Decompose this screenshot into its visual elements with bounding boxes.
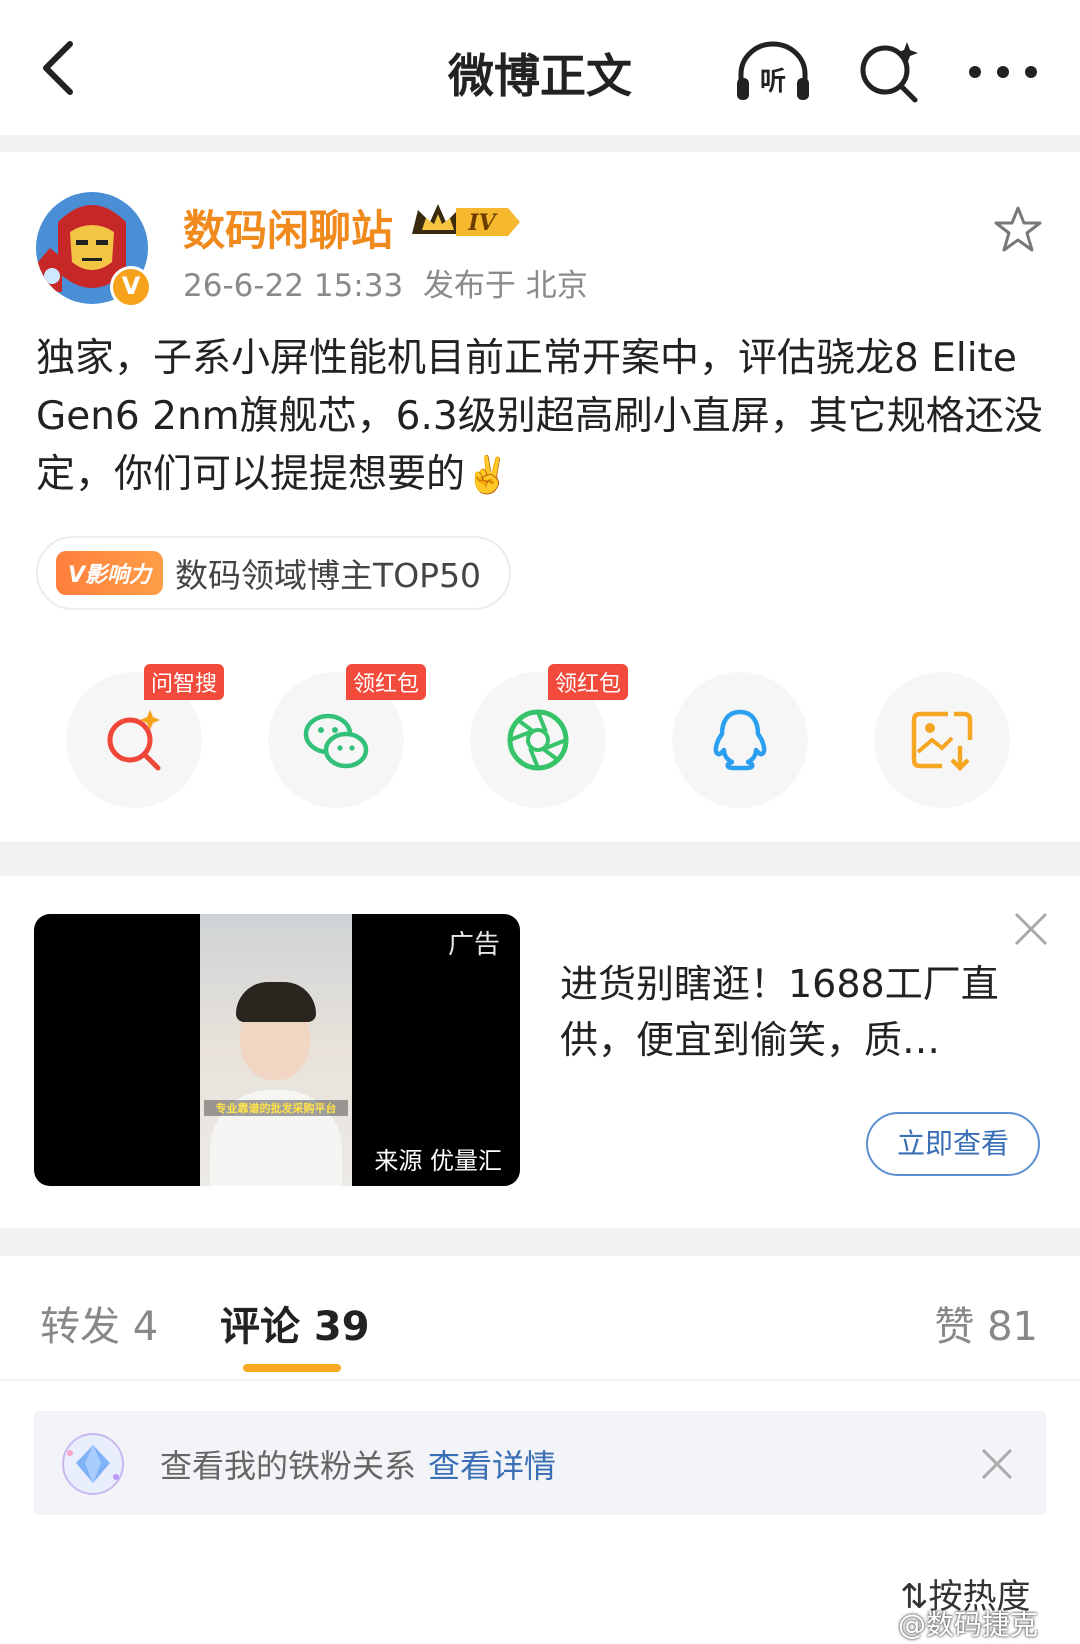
tab-comment[interactable]: 评论 39 <box>220 1294 370 1352</box>
share-badge: 领红包 <box>548 664 629 700</box>
ad-source: 来源 优量汇 <box>374 1147 502 1175</box>
ad-label: 广告 <box>447 930 500 960</box>
victory-emoji: ✌️ <box>465 455 510 496</box>
listen-headphone-icon[interactable]: 听 <box>733 40 813 104</box>
save-image-button[interactable] <box>874 672 1010 808</box>
post-card: V 数码闲聊站 IV 26-6-22 15:33 发布于 北京 独家，子系小屏性… <box>0 152 1080 842</box>
qq-icon <box>713 709 767 771</box>
close-icon[interactable] <box>1012 910 1050 948</box>
share-wechat-button[interactable]: 领红包 <box>268 664 427 808</box>
share-badge: 问智搜 <box>144 664 225 700</box>
close-icon[interactable] <box>980 1447 1014 1481</box>
share-badge: 领红包 <box>346 664 427 700</box>
moments-icon <box>507 709 569 771</box>
top-bar: 微博正文 听 <box>0 0 1080 135</box>
post-text: 独家，子系小屏性能机目前正常开案中，评估骁龙8 Elite Gen6 2nm旗舰… <box>36 336 1043 497</box>
influence-badge: V影响力 <box>56 551 164 595</box>
share-moments-button[interactable]: 领红包 <box>470 664 629 808</box>
ad-video-caption: 专业靠谱的批发采购平台 <box>204 1100 348 1116</box>
interaction-tabs: 转发 4 评论 39 赞 81 <box>0 1256 1080 1380</box>
view-now-button[interactable]: 立即查看 <box>866 1112 1040 1176</box>
member-crown-badge-icon[interactable]: IV <box>408 200 522 244</box>
save-image-icon <box>911 711 973 772</box>
diamond-badge-icon <box>62 1433 124 1495</box>
tab-repost[interactable]: 转发 4 <box>40 1294 158 1352</box>
ai-search-icon <box>107 710 161 771</box>
author-name[interactable]: 数码闲聊站 <box>183 197 393 258</box>
comments-section: 查看我的铁粉关系 查看详情 ⇅按热度 @数码捷克 <box>0 1381 1080 1644</box>
share-row: 问智搜 领红包 领红包 <box>0 664 1080 812</box>
level-badge-text: IV <box>467 210 497 236</box>
ad-card[interactable]: 专业靠谱的批发采购平台 广告 来源 优量汇 进货别瞎逛！1688工厂直供，便宜到… <box>0 876 1080 1228</box>
more-options-icon[interactable] <box>965 52 1041 92</box>
iron-fan-text: 查看我的铁粉关系 查看详情 <box>160 1441 556 1487</box>
view-details-link[interactable]: 查看详情 <box>428 1447 556 1485</box>
post-meta: 26-6-22 15:33 发布于 北京 <box>183 260 588 305</box>
ai-search-icon[interactable] <box>855 38 923 106</box>
share-qq-button[interactable] <box>672 672 808 808</box>
tab-like[interactable]: 赞 81 <box>934 1294 1038 1352</box>
iron-fan-banner[interactable]: 查看我的铁粉关系 查看详情 <box>34 1411 1046 1515</box>
ad-video[interactable]: 专业靠谱的批发采购平台 广告 来源 优量汇 <box>34 914 520 1186</box>
wechat-icon <box>303 713 369 769</box>
verified-badge-icon: V <box>110 266 152 308</box>
influence-tag[interactable]: V影响力 数码领域博主TOP50 <box>36 536 512 610</box>
share-ai-search-button[interactable]: 问智搜 <box>66 664 225 808</box>
ad-video-frame: 专业靠谱的批发采购平台 <box>200 914 352 1186</box>
active-tab-indicator <box>243 1364 341 1372</box>
ad-person-hair <box>236 982 316 1022</box>
influence-text: 数码领域博主TOP50 <box>175 556 482 595</box>
ad-title[interactable]: 进货别瞎逛！1688工厂直供，便宜到偷笑，质… <box>560 956 1030 1068</box>
iron-fan-label: 查看我的铁粉关系 <box>160 1447 417 1485</box>
favorite-star-icon[interactable] <box>992 204 1044 256</box>
watermark: @数码捷克 <box>898 1608 1039 1641</box>
post-timestamp: 26-6-22 15:33 <box>183 268 404 304</box>
post-location: 发布于 北京 <box>422 268 588 304</box>
listen-label: 听 <box>760 67 786 97</box>
post-content: 独家，子系小屏性能机目前正常开案中，评估骁龙8 Elite Gen6 2nm旗舰… <box>36 330 1046 505</box>
